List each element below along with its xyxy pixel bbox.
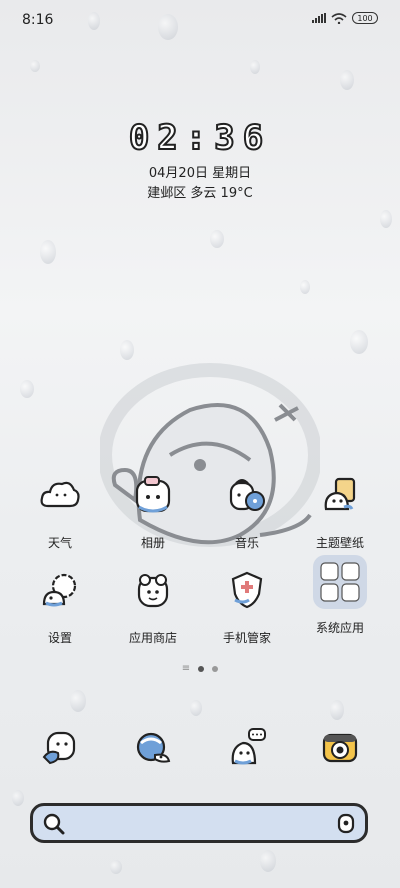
app-label: 主题壁纸 — [315, 536, 364, 550]
wifi-icon — [331, 13, 347, 24]
app-phone-manager[interactable]: 手机管家 — [207, 565, 287, 646]
app-theme[interactable]: 主题壁纸 — [300, 470, 380, 551]
menu-lines-icon: ≡ — [181, 663, 191, 674]
messages-icon — [128, 722, 178, 772]
app-app-store[interactable]: 应用商店 — [113, 565, 193, 646]
search-icon — [43, 813, 65, 835]
dock-messages[interactable] — [113, 722, 193, 772]
app-label: 系统应用 — [315, 621, 364, 635]
app-store-icon — [128, 565, 178, 615]
camera-icon — [315, 722, 365, 772]
voice-assistant-icon[interactable] — [337, 813, 355, 835]
system-apps-folder-icon — [313, 555, 367, 609]
battery-icon: 100 — [352, 12, 378, 24]
app-gallery[interactable]: 相册 — [113, 470, 193, 551]
gallery-icon — [128, 470, 178, 520]
app-weather[interactable]: 天气 — [20, 470, 100, 551]
lock-date: 04月20日 星期日 — [148, 166, 252, 181]
status-bar: 8:16 100 — [0, 0, 400, 40]
app-label: 应用商店 — [128, 631, 177, 645]
page-dot-active — [198, 665, 205, 672]
search-bar[interactable] — [30, 803, 368, 843]
app-settings[interactable]: 设置 — [20, 565, 100, 646]
app-label: 天气 — [47, 536, 72, 550]
lock-weather: 建邺区 多云 19°C — [147, 186, 253, 201]
dock-chat[interactable] — [207, 722, 287, 772]
page-dot — [212, 665, 219, 672]
app-music[interactable]: 音乐 — [207, 470, 287, 551]
dock-camera[interactable] — [300, 722, 380, 772]
phone-icon — [35, 722, 85, 772]
app-label: 手机管家 — [222, 631, 271, 645]
chat-icon — [222, 722, 272, 772]
settings-icon — [35, 565, 85, 615]
weather-cloud-icon — [35, 470, 85, 520]
lock-clock: 02:36 — [128, 117, 272, 159]
signal-icon — [312, 13, 326, 23]
app-folder-system[interactable]: 系统应用 — [300, 555, 380, 636]
app-label: 设置 — [47, 631, 72, 645]
dock-phone[interactable] — [20, 722, 100, 772]
theme-icon — [315, 470, 365, 520]
page-indicator[interactable]: ≡ — [0, 663, 400, 674]
music-icon — [222, 470, 272, 520]
phone-manager-icon — [222, 565, 272, 615]
app-label: 音乐 — [234, 536, 259, 550]
app-label: 相册 — [140, 536, 165, 550]
status-time: 8:16 — [22, 12, 54, 28]
